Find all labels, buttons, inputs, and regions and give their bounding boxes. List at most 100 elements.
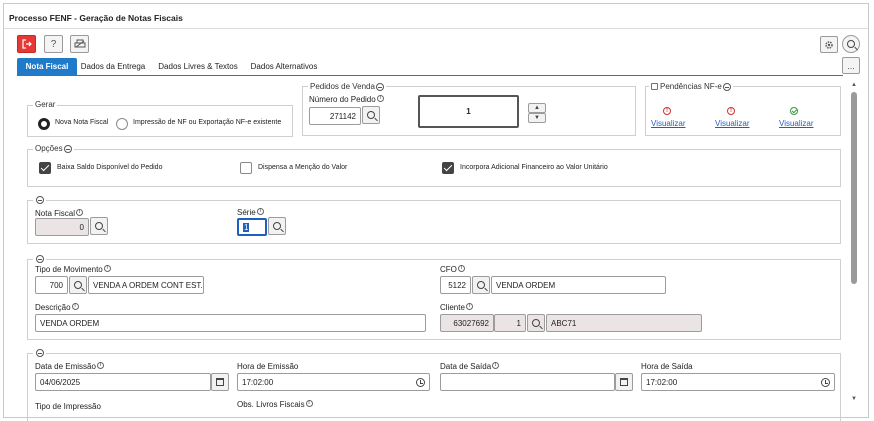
impressao-nf-radio[interactable] bbox=[116, 118, 128, 130]
tab-dados-entrega[interactable]: Dados da Entrega bbox=[78, 58, 148, 75]
cfo-search-button[interactable] bbox=[472, 276, 490, 294]
print-button[interactable] bbox=[70, 35, 89, 53]
gerar-legend: Gerar bbox=[33, 100, 58, 109]
data-saida-calendar-button[interactable] bbox=[615, 373, 633, 391]
chevron-up-icon: ▲ bbox=[534, 105, 540, 111]
scroll-up-icon[interactable]: ▲ bbox=[851, 82, 857, 88]
movimento-legend bbox=[33, 254, 46, 263]
hora-saida-value: 17:02:00 bbox=[646, 377, 678, 387]
data-emissao-input[interactable]: 04/06/2025 bbox=[35, 373, 211, 391]
search-icon bbox=[95, 222, 103, 230]
clock-icon[interactable] bbox=[821, 378, 830, 387]
tab-nota-fiscal[interactable]: Nota Fiscal bbox=[17, 58, 77, 75]
numero-pedido-input[interactable]: 271142 bbox=[309, 107, 361, 125]
info-icon: i bbox=[103, 265, 111, 272]
scrollbar-thumb[interactable] bbox=[851, 92, 857, 284]
cliente-name-input[interactable]: ABC71 bbox=[546, 314, 702, 332]
pedido-quantity-display[interactable]: 1 bbox=[418, 95, 519, 128]
pendencias-legend: Pendências NF-e bbox=[649, 82, 733, 91]
more-button[interactable]: ... bbox=[842, 57, 860, 74]
collapse-icon[interactable] bbox=[36, 195, 44, 204]
search-icon bbox=[367, 111, 375, 119]
increment-button[interactable]: ▲ bbox=[528, 103, 546, 113]
collapse-icon[interactable] bbox=[375, 82, 384, 91]
tipo-movimento-search-button[interactable] bbox=[69, 276, 87, 294]
incorpora-adicional-checkbox[interactable] bbox=[442, 162, 454, 174]
nota-legend bbox=[33, 195, 46, 204]
nota-fiscal-label-text: Nota Fiscal bbox=[35, 209, 76, 218]
tipo-movimento-desc-input[interactable]: VENDA A ORDEM CONT EST.3. bbox=[88, 276, 204, 294]
help-icon: ? bbox=[50, 38, 57, 50]
cliente-seq-input[interactable]: 1 bbox=[494, 314, 526, 332]
serie-search-button[interactable] bbox=[268, 217, 286, 235]
tab-dados-alternativos[interactable]: Dados Alternativos bbox=[245, 58, 323, 75]
pendencia-link-1[interactable]: Visualizar bbox=[651, 119, 686, 128]
numero-pedido-label-text: Número do Pedido bbox=[309, 95, 376, 104]
data-saida-input[interactable] bbox=[440, 373, 615, 391]
chevron-down-icon: ▼ bbox=[534, 115, 540, 121]
exit-icon bbox=[21, 39, 32, 49]
pedidos-legend: Pedidos de Venda bbox=[308, 82, 386, 91]
data-saida-label-text: Data de Saída bbox=[440, 362, 492, 371]
search-icon bbox=[273, 222, 281, 230]
nota-fiscal-input[interactable]: 0 bbox=[35, 218, 89, 236]
numero-pedido-search-button[interactable] bbox=[362, 106, 380, 124]
pendencia-link-2[interactable]: Visualizar bbox=[715, 119, 750, 128]
tab-underline bbox=[17, 75, 843, 76]
tipo-movimento-label-text: Tipo de Movimento bbox=[35, 265, 103, 274]
scroll-down-icon[interactable]: ▼ bbox=[851, 396, 857, 402]
printer-icon bbox=[74, 39, 85, 48]
serie-label: Série i bbox=[237, 208, 264, 217]
collapse-icon[interactable] bbox=[63, 144, 72, 153]
dispensa-mencao-checkbox[interactable] bbox=[240, 162, 252, 174]
hora-emissao-value: 17:02:00 bbox=[242, 377, 274, 387]
tipo-movimento-code-input[interactable]: 700 bbox=[35, 276, 68, 294]
search-icon bbox=[74, 281, 82, 289]
settings-button[interactable] bbox=[820, 36, 838, 53]
nova-nf-label: Nova Nota Fiscal bbox=[55, 119, 109, 126]
vertical-scrollbar[interactable]: ▲ ▼ bbox=[849, 82, 859, 410]
hora-emissao-label: Hora de Emissão bbox=[237, 362, 299, 371]
cliente-code-input[interactable]: 63027692 bbox=[440, 314, 494, 332]
pendencia-link-3[interactable]: Visualizar bbox=[779, 119, 814, 128]
nota-fiscal-label: Nota Fiscal i bbox=[35, 209, 84, 218]
serie-label-text: Série bbox=[237, 208, 256, 217]
cfo-code-input[interactable]: 5122 bbox=[440, 276, 471, 294]
nota-fiscal-search-button[interactable] bbox=[90, 217, 108, 235]
cliente-search-button[interactable] bbox=[527, 314, 545, 332]
alert-icon: ! bbox=[727, 107, 735, 115]
baixa-saldo-label: Baixa Saldo Disponível do Pedido bbox=[57, 164, 163, 171]
collapse-icon[interactable] bbox=[36, 254, 44, 263]
obs-livros-label: Obs. Livros Fiscais i bbox=[237, 400, 313, 409]
serie-input[interactable]: 1 bbox=[237, 218, 267, 236]
calendar-icon bbox=[216, 378, 224, 386]
tipo-movimento-label: Tipo de Movimento i bbox=[35, 265, 111, 274]
search-icon bbox=[847, 40, 855, 48]
cfo-desc-input[interactable]: VENDA ORDEM bbox=[491, 276, 666, 294]
cfo-label-text: CFO bbox=[440, 265, 457, 274]
info-icon: i bbox=[256, 208, 264, 215]
cliente-label-text: Cliente bbox=[440, 303, 465, 312]
search-icon bbox=[477, 281, 485, 289]
search-button[interactable] bbox=[842, 35, 860, 53]
exit-button[interactable] bbox=[17, 35, 36, 53]
tab-dados-livres[interactable]: Dados Livres & Textos bbox=[152, 58, 244, 75]
hora-emissao-input[interactable]: 17:02:00 bbox=[237, 373, 430, 391]
clock-icon[interactable] bbox=[416, 378, 425, 387]
window-title: Processo FENF - Geração de Notas Fiscais bbox=[9, 13, 183, 23]
data-emissao-calendar-button[interactable] bbox=[211, 373, 229, 391]
datas-legend bbox=[33, 348, 46, 357]
cliente-label: Cliente i bbox=[440, 303, 473, 312]
info-icon: i bbox=[492, 362, 500, 369]
info-icon: i bbox=[376, 95, 384, 102]
info-icon: i bbox=[305, 400, 313, 407]
baixa-saldo-checkbox[interactable] bbox=[39, 162, 51, 174]
descricao-input[interactable]: VENDA ORDEM bbox=[35, 314, 426, 332]
collapse-icon[interactable] bbox=[722, 82, 731, 91]
decrement-button[interactable]: ▼ bbox=[528, 113, 546, 123]
hora-saida-input[interactable]: 17:02:00 bbox=[641, 373, 835, 391]
help-button[interactable]: ? bbox=[44, 35, 63, 53]
collapse-icon[interactable] bbox=[36, 348, 44, 357]
info-icon: i bbox=[457, 265, 465, 272]
nova-nf-radio[interactable] bbox=[38, 118, 50, 130]
